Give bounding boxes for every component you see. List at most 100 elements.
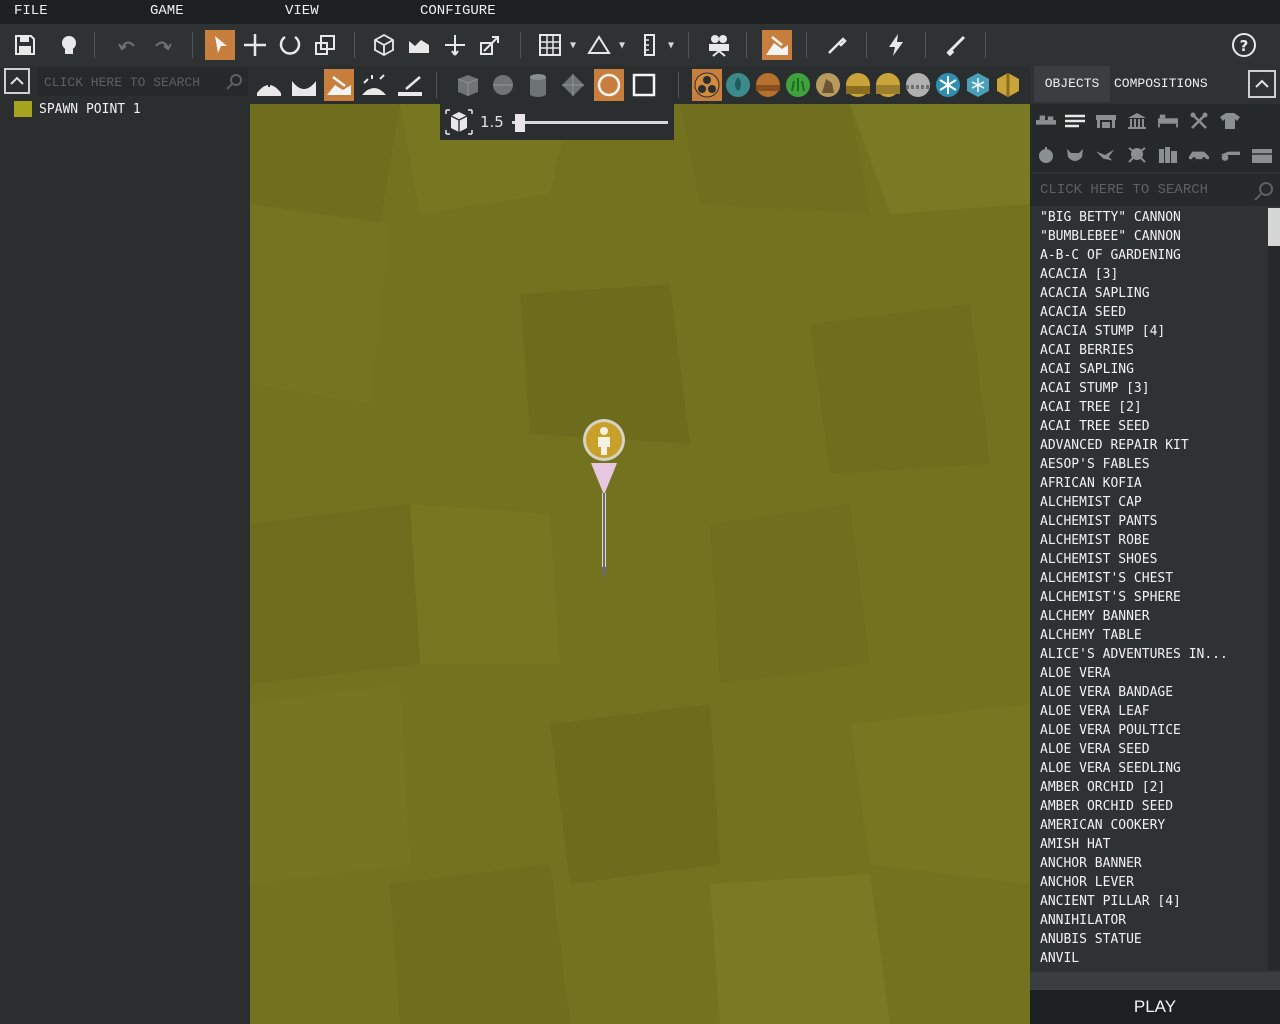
tab-objects[interactable]: OBJECTS bbox=[1034, 66, 1110, 102]
list-item[interactable]: ALCHEMIST SHOES bbox=[1030, 550, 1266, 569]
list-item[interactable]: ALCHEMY BANNER bbox=[1030, 607, 1266, 626]
category-vehicle-icon[interactable] bbox=[1189, 146, 1209, 164]
list-item[interactable]: ACAI BERRIES bbox=[1030, 341, 1266, 360]
list-item[interactable]: "BUMBLEBEE" CANNON bbox=[1030, 227, 1266, 246]
list-item[interactable]: ANCHOR BANNER bbox=[1030, 854, 1266, 873]
raise-icon[interactable] bbox=[254, 69, 284, 101]
material-gravel-icon[interactable] bbox=[873, 69, 903, 101]
move-icon[interactable] bbox=[240, 30, 270, 60]
list-item[interactable]: ALOE VERA LEAF bbox=[1030, 702, 1266, 721]
local-transform-icon[interactable] bbox=[475, 30, 505, 60]
material-stone-icon[interactable] bbox=[903, 69, 933, 101]
menu-file[interactable]: FILE bbox=[14, 3, 48, 19]
material-gold-icon[interactable] bbox=[993, 69, 1023, 101]
help-icon[interactable]: ? bbox=[1229, 30, 1259, 60]
hierarchy-item-spawn-point[interactable]: SPAWN POINT 1 bbox=[14, 100, 141, 118]
list-item[interactable]: ALCHEMIST'S SPHERE bbox=[1030, 588, 1266, 607]
list-item[interactable]: AMBER ORCHID SEED bbox=[1030, 797, 1266, 816]
list-item[interactable]: ANCIENT PILLAR [4] bbox=[1030, 892, 1266, 911]
camera-icon[interactable] bbox=[704, 30, 734, 60]
scale-icon[interactable] bbox=[310, 30, 340, 60]
menu-view[interactable]: VIEW bbox=[285, 3, 319, 19]
hierarchy-search-input[interactable] bbox=[38, 68, 218, 96]
collapse-button[interactable] bbox=[4, 68, 30, 94]
snap-cross-icon[interactable] bbox=[440, 30, 470, 60]
category-bed-icon[interactable] bbox=[1158, 112, 1178, 130]
category-furniture-icon[interactable] bbox=[1096, 112, 1116, 130]
scrollbar-track[interactable] bbox=[1268, 208, 1280, 970]
list-item[interactable]: ACACIA STUMP [4] bbox=[1030, 322, 1266, 341]
list-item[interactable]: ALOE VERA POULTICE bbox=[1030, 721, 1266, 740]
undo-icon[interactable] bbox=[112, 30, 142, 60]
chevron-down-icon[interactable]: ▼ bbox=[668, 40, 674, 51]
rotate-icon[interactable] bbox=[275, 30, 305, 60]
chevron-down-icon[interactable]: ▼ bbox=[570, 40, 576, 51]
list-item[interactable]: ACACIA [3] bbox=[1030, 265, 1266, 284]
spawn-point-marker[interactable] bbox=[582, 417, 626, 583]
list-item[interactable]: ACACIA SEED bbox=[1030, 303, 1266, 322]
eyedropper-icon[interactable] bbox=[822, 30, 852, 60]
list-item[interactable]: ALCHEMIST'S CHEST bbox=[1030, 569, 1266, 588]
list-item[interactable]: ALCHEMY TABLE bbox=[1030, 626, 1266, 645]
terrain-icon[interactable] bbox=[404, 30, 434, 60]
pyramid-brush-icon[interactable] bbox=[558, 69, 588, 101]
list-item[interactable]: ALCHEMIST PANTS bbox=[1030, 512, 1266, 531]
material-grass-icon[interactable] bbox=[783, 69, 813, 101]
list-item[interactable]: ANUBIS STATUE bbox=[1030, 930, 1266, 949]
list-item[interactable]: ALOE VERA bbox=[1030, 664, 1266, 683]
category-storage-icon[interactable] bbox=[1252, 146, 1272, 164]
menu-game[interactable]: GAME bbox=[150, 3, 184, 19]
material-sand-icon[interactable] bbox=[843, 69, 873, 101]
material-snow-icon[interactable] bbox=[933, 69, 963, 101]
material-water-icon[interactable] bbox=[723, 69, 753, 101]
list-item[interactable]: ALCHEMIST CAP bbox=[1030, 493, 1266, 512]
list-item[interactable]: A-B-C OF GARDENING bbox=[1030, 246, 1266, 265]
material-dirt-icon[interactable] bbox=[753, 69, 783, 101]
collapse-button[interactable] bbox=[1248, 70, 1276, 98]
flatten-icon[interactable] bbox=[395, 69, 425, 101]
lightbulb-icon[interactable] bbox=[54, 30, 84, 60]
list-item[interactable]: AFRICAN KOFIA bbox=[1030, 474, 1266, 493]
select-arrow-icon[interactable] bbox=[205, 30, 235, 60]
terrain-paint-icon[interactable] bbox=[762, 30, 792, 60]
material-ice-icon[interactable] bbox=[963, 69, 993, 101]
list-item[interactable]: ACACIA SAPLING bbox=[1030, 284, 1266, 303]
save-icon[interactable] bbox=[10, 30, 40, 60]
list-item[interactable]: "BIG BETTY" CANNON bbox=[1030, 208, 1266, 227]
category-tools-icon[interactable] bbox=[1189, 112, 1209, 130]
ruler-icon[interactable] bbox=[634, 30, 664, 60]
category-books-icon[interactable] bbox=[1158, 146, 1178, 164]
brush-size-slider[interactable] bbox=[512, 121, 668, 124]
menu-configure[interactable]: CONFIGURE bbox=[420, 3, 496, 19]
chevron-down-icon[interactable]: ▼ bbox=[619, 40, 625, 51]
category-bird-icon[interactable] bbox=[1096, 146, 1116, 164]
list-item[interactable]: ADVANCED REPAIR KIT bbox=[1030, 436, 1266, 455]
category-weapon-icon[interactable] bbox=[1220, 146, 1240, 164]
cube-icon[interactable] bbox=[369, 30, 399, 60]
category-animal-icon[interactable] bbox=[1065, 146, 1085, 164]
category-temple-icon[interactable] bbox=[1127, 112, 1147, 130]
angle-icon[interactable] bbox=[584, 30, 614, 60]
list-item[interactable]: ALOE VERA SEED bbox=[1030, 740, 1266, 759]
material-mixed-icon[interactable] bbox=[692, 69, 722, 101]
list-item[interactable]: ANNIHILATOR bbox=[1030, 911, 1266, 930]
list-item[interactable]: AMBER ORCHID [2] bbox=[1030, 778, 1266, 797]
list-item[interactable]: ALOE VERA BANDAGE bbox=[1030, 683, 1266, 702]
lightning-icon[interactable] bbox=[881, 30, 911, 60]
scrollbar-thumb[interactable] bbox=[1268, 208, 1280, 246]
list-item[interactable]: ACAI TREE [2] bbox=[1030, 398, 1266, 417]
ring-brush-icon[interactable] bbox=[594, 69, 624, 101]
list-item[interactable]: ALICE'S ADVENTURES IN... bbox=[1030, 645, 1266, 664]
lower-icon[interactable] bbox=[289, 69, 319, 101]
smooth-icon[interactable] bbox=[359, 69, 389, 101]
list-item[interactable]: ACAI SAPLING bbox=[1030, 360, 1266, 379]
objects-search-input[interactable] bbox=[1030, 174, 1250, 206]
list-item[interactable]: AESOP'S FABLES bbox=[1030, 455, 1266, 474]
square-brush-icon[interactable] bbox=[629, 69, 659, 101]
list-item[interactable]: ANCHOR LEVER bbox=[1030, 873, 1266, 892]
scene-viewport[interactable] bbox=[250, 104, 1030, 1024]
list-item[interactable]: ALCHEMIST ROBE bbox=[1030, 531, 1266, 550]
cylinder-brush-icon[interactable] bbox=[523, 69, 553, 101]
tab-compositions[interactable]: COMPOSITIONS bbox=[1114, 66, 1234, 102]
category-building-icon[interactable] bbox=[1036, 112, 1056, 130]
